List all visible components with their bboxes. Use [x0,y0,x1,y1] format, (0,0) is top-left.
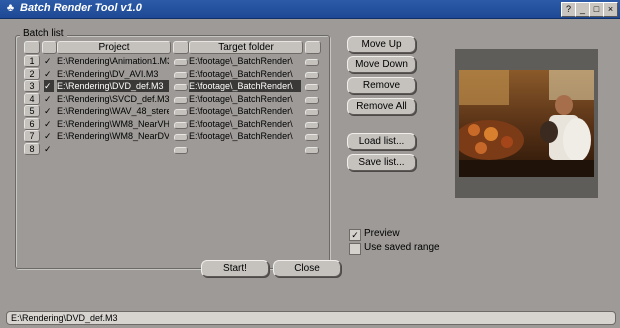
row-project[interactable]: E:\Rendering\DV_AVI.M3 [57,68,169,80]
load-list-button[interactable]: Load list... [347,133,416,150]
row-project-browse-button[interactable] [174,59,188,66]
row-target-browse-button[interactable] [305,96,319,104]
row-project[interactable]: E:\Rendering\WM8_NearDVD [57,130,169,142]
table-row[interactable]: 7 ✓ E:\Rendering\WM8_NearDVD E:\footage\_Ba… [3,130,323,142]
row-target[interactable]: E:\footage\_BatchRender\ [189,68,301,80]
row-target[interactable]: E:\footage\_BatchRender\ [189,118,301,130]
row-check-icon[interactable]: ✓ [44,68,54,80]
header-project-browse[interactable] [173,41,189,54]
row-target[interactable]: E:\footage\_BatchRender\ [189,55,301,67]
row-target-browse-button[interactable] [305,146,319,154]
start-button[interactable]: Start! [201,260,269,277]
header-target-browse[interactable] [305,41,321,54]
row-number-button[interactable]: 6 [24,117,40,130]
row-project[interactable]: E:\Rendering\DVD_def.M3 [57,80,169,92]
table-row[interactable]: 8 ✓ [3,142,323,155]
row-check-icon[interactable]: ✓ [44,80,54,92]
header-project[interactable]: Project [57,41,171,54]
window-title: Batch Render Tool v1.0 [20,2,142,14]
row-target-browse-button[interactable] [305,121,319,129]
table-row[interactable]: 4 ✓ E:\Rendering\SVCD_def.M3 E:\footage\_Ba… [3,92,323,105]
row-number-button[interactable]: 4 [24,92,40,105]
row-check-icon[interactable]: ✓ [44,143,54,155]
header-target[interactable]: Target folder [189,41,303,54]
row-project[interactable]: E:\Rendering\SVCD_def.M3 [57,93,169,105]
close-window-button[interactable]: × [603,2,618,17]
batch-list-label: Batch list [20,28,67,39]
table-row[interactable]: 5 ✓ E:\Rendering\WAV_48_stere E:\footage\_B… [3,105,323,117]
remove-all-button[interactable]: Remove All [347,98,416,115]
title-bar: ♣ Batch Render Tool v1.0 ? _ □ × [0,0,620,19]
row-target-browse-button[interactable] [305,84,319,91]
table-row[interactable]: 2 ✓ E:\Rendering\DV_AVI.M3 E:\footage\_Batc… [3,67,323,80]
header-num-button[interactable] [24,41,40,54]
row-target[interactable]: E:\footage\_BatchRender\ [189,130,301,142]
row-project-browse-button[interactable] [174,121,188,129]
maximize-button[interactable]: □ [589,2,604,17]
row-project[interactable]: E:\Rendering\WM8_NearVHS [57,118,169,130]
preview-label: Preview [364,228,400,239]
row-target[interactable]: E:\footage\_BatchRender\ [189,80,301,92]
table-row[interactable]: 1 ✓ E:\Rendering\Animation1.M3 E:\footage\_… [3,55,323,67]
row-number-button[interactable]: 1 [24,55,40,67]
close-button[interactable]: Close [273,260,341,277]
row-number-button[interactable]: 3 [24,80,40,92]
row-check-icon[interactable]: ✓ [44,55,54,67]
preview-image [459,70,594,177]
row-project-browse-button[interactable] [174,96,188,104]
move-down-button[interactable]: Move Down [347,56,416,73]
row-target[interactable]: E:\footage\_BatchRender\ [189,105,301,117]
row-number-button[interactable]: 2 [24,67,40,80]
row-target-browse-button[interactable] [305,134,319,141]
row-target[interactable]: E:\footage\_BatchRender\ [189,93,301,105]
remove-button[interactable]: Remove [347,77,416,94]
help-button[interactable]: ? [561,2,576,17]
status-bar: E:\Rendering\DVD_def.M3 [6,311,616,325]
row-project-browse-button[interactable] [174,134,188,141]
minimize-button[interactable]: _ [575,2,590,17]
status-text: E:\Rendering\DVD_def.M3 [11,313,118,323]
row-project-browse-button[interactable] [174,71,188,79]
row-project-browse-button[interactable] [174,84,188,91]
row-project[interactable]: E:\Rendering\Animation1.M3 [57,55,169,67]
row-check-icon[interactable]: ✓ [44,118,54,130]
use-saved-range-label: Use saved range [364,242,440,253]
row-check-icon[interactable]: ✓ [44,105,54,117]
row-number-button[interactable]: 7 [24,130,40,142]
row-target-browse-button[interactable] [305,59,319,66]
app-icon[interactable]: ♣ [4,2,17,15]
window-client: Batch list Project Target folder 1 ✓ E:\Re… [3,19,617,325]
row-check-icon[interactable]: ✓ [44,93,54,105]
row-target-browse-button[interactable] [305,109,319,116]
row-number-button[interactable]: 5 [24,105,40,117]
row-check-icon[interactable]: ✓ [44,130,54,142]
row-target-browse-button[interactable] [305,71,319,79]
row-project-browse-button[interactable] [174,146,188,154]
move-up-button[interactable]: Move Up [347,36,416,53]
header-check-button[interactable] [42,41,57,54]
check-icon: ✓ [351,230,359,240]
save-list-button[interactable]: Save list... [347,154,416,171]
row-project[interactable]: E:\Rendering\WAV_48_stere [57,105,169,117]
table-row[interactable]: 3 ✓ E:\Rendering\DVD_def.M3 E:\footage\_Bat… [3,80,323,92]
row-number-button[interactable]: 8 [24,142,40,155]
use-saved-range-checkbox[interactable] [349,243,361,255]
preview-checkbox[interactable]: ✓ [349,229,361,241]
table-row[interactable]: 6 ✓ E:\Rendering\WM8_NearVHS E:\footage\_Ba… [3,117,323,130]
row-project-browse-button[interactable] [174,109,188,116]
